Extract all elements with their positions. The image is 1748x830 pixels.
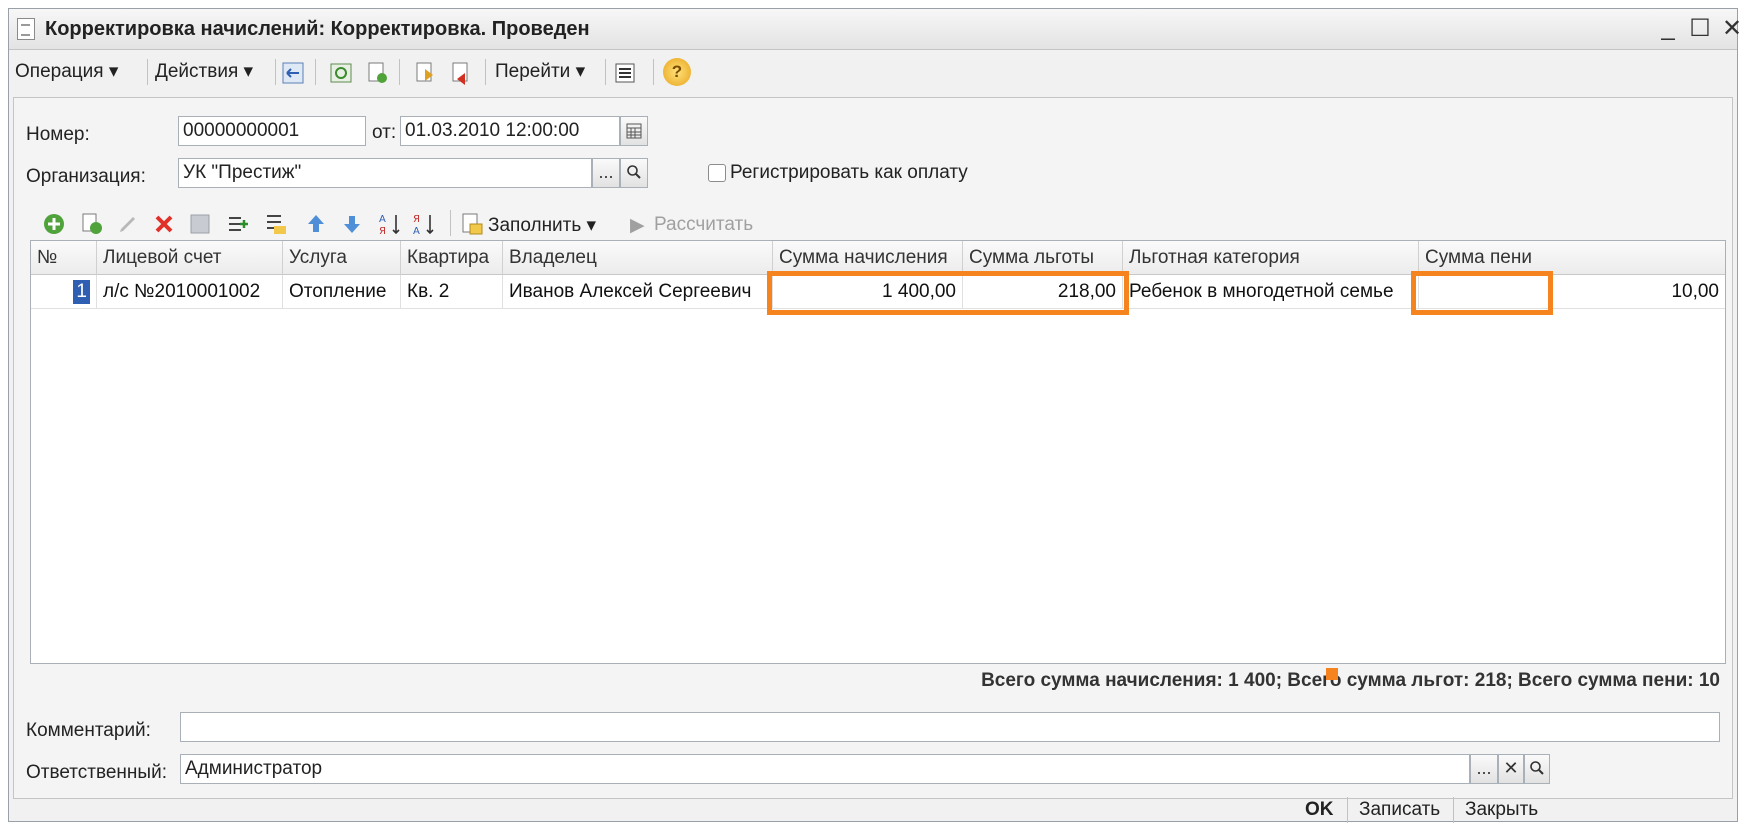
svg-text:Я: Я bbox=[413, 214, 420, 225]
column-header-penalty-amount[interactable]: Сумма пени bbox=[1419, 241, 1725, 275]
play-icon: ▶ bbox=[630, 215, 645, 236]
fill-button[interactable]: Заполнить ▾ bbox=[488, 214, 596, 237]
totals-summary: Всего сумма начисления: 1 400; Всего сум… bbox=[981, 670, 1720, 691]
comment-field[interactable] bbox=[180, 712, 1720, 742]
highlight-charge-benefit bbox=[767, 271, 1129, 315]
row-number-cell: 1 bbox=[73, 280, 90, 304]
benefit-category-cell[interactable]: Ребенок в многодетной семье bbox=[1123, 275, 1419, 309]
column-header-charge-amount[interactable]: Сумма начисления bbox=[773, 241, 963, 275]
end-edit-icon[interactable] bbox=[188, 212, 212, 236]
column-header-account[interactable]: Лицевой счет bbox=[97, 241, 283, 275]
operation-menu[interactable]: Операция ▾ bbox=[15, 57, 118, 87]
go-back-icon[interactable] bbox=[281, 61, 305, 85]
column-header-apartment[interactable]: Квартира bbox=[401, 241, 503, 275]
copy-row-icon[interactable] bbox=[80, 212, 104, 236]
document-form: Номер: 00000000001 от: 01.03.2010 12:00:… bbox=[13, 97, 1733, 799]
date-label: от: bbox=[372, 122, 397, 143]
svg-text:А: А bbox=[413, 226, 420, 236]
column-header-owner[interactable]: Владелец bbox=[503, 241, 773, 275]
responsible-select-button[interactable]: ... bbox=[1470, 754, 1498, 784]
structure-icon[interactable] bbox=[613, 61, 637, 85]
calendar-button[interactable] bbox=[620, 116, 648, 146]
fill-icon bbox=[462, 213, 483, 235]
document-window: Корректировка начислений: Корректировка.… bbox=[8, 8, 1742, 823]
svg-text:А: А bbox=[379, 214, 386, 225]
register-as-payment-label: Регистрировать как оплату bbox=[730, 162, 968, 183]
calendar-icon bbox=[626, 123, 642, 139]
organization-search-button[interactable] bbox=[620, 158, 648, 188]
column-header-service[interactable]: Услуга bbox=[283, 241, 401, 275]
actions-menu[interactable]: Действия ▾ bbox=[155, 57, 253, 87]
copy-document-icon[interactable] bbox=[365, 61, 389, 85]
responsible-label: Ответственный: bbox=[26, 762, 167, 783]
organization-label: Организация: bbox=[26, 166, 146, 187]
move-down-icon[interactable] bbox=[340, 212, 364, 236]
service-cell[interactable]: Отопление bbox=[283, 275, 401, 309]
maximize-button[interactable]: ☐ bbox=[1685, 14, 1715, 43]
move-up-icon[interactable] bbox=[304, 212, 328, 236]
goto-menu[interactable]: Перейти ▾ bbox=[495, 57, 585, 87]
search-icon bbox=[627, 165, 641, 179]
minimize-button[interactable]: _ bbox=[1653, 14, 1683, 42]
highlight-penalty bbox=[1411, 271, 1553, 315]
table-row[interactable]: 1 bbox=[31, 275, 97, 309]
add-row-icon[interactable] bbox=[42, 212, 66, 236]
ok-button[interactable]: OK bbox=[1305, 795, 1334, 825]
register-as-payment-checkbox[interactable] bbox=[708, 164, 726, 182]
close-button[interactable]: Закрыть bbox=[1465, 795, 1538, 825]
organization-field[interactable]: УК "Престиж" bbox=[178, 158, 592, 188]
column-header-benefit-amount[interactable]: Сумма льготы bbox=[963, 241, 1123, 275]
sort-desc-icon[interactable]: ЯА bbox=[412, 212, 436, 236]
calculate-button[interactable]: Рассчитать bbox=[654, 214, 753, 236]
column-header-benefit-category[interactable]: Льготная категория bbox=[1123, 241, 1419, 275]
close-window-button[interactable]: ✕ bbox=[1717, 14, 1747, 43]
refresh-icon[interactable] bbox=[329, 61, 353, 85]
comment-label: Комментарий: bbox=[26, 720, 151, 741]
owner-cell[interactable]: Иванов Алексей Сергеевич bbox=[503, 275, 773, 309]
edit-row-icon[interactable] bbox=[116, 212, 140, 236]
bottom-button-bar: OK Записать Закрыть bbox=[9, 797, 1737, 823]
unpost-document-icon[interactable] bbox=[449, 61, 473, 85]
delete-row-icon[interactable] bbox=[152, 212, 176, 236]
title-bar: Корректировка начислений: Корректировка.… bbox=[9, 9, 1742, 50]
apartment-cell[interactable]: Кв. 2 bbox=[401, 275, 503, 309]
search-icon bbox=[1530, 761, 1544, 775]
account-cell[interactable]: л/с №2010001002 bbox=[97, 275, 283, 309]
post-document-icon[interactable] bbox=[413, 61, 437, 85]
insert-row-icon[interactable] bbox=[226, 212, 250, 236]
organization-select-button[interactable]: ... bbox=[592, 158, 620, 188]
save-button[interactable]: Записать bbox=[1359, 795, 1440, 825]
main-toolbar: Операция ▾ Действия ▾ Перейти ▾ ? bbox=[9, 53, 1737, 93]
clear-icon[interactable]: ✕ bbox=[1498, 754, 1524, 784]
window-title: Корректировка начислений: Корректировка.… bbox=[45, 18, 590, 40]
number-label: Номер: bbox=[26, 124, 90, 145]
append-row-icon[interactable] bbox=[264, 212, 288, 236]
highlight-marker bbox=[1326, 668, 1338, 680]
responsible-search-button[interactable] bbox=[1524, 754, 1550, 784]
document-icon bbox=[17, 18, 35, 40]
help-icon[interactable]: ? bbox=[663, 58, 691, 86]
responsible-field[interactable]: Администратор bbox=[180, 754, 1470, 784]
number-field[interactable]: 00000000001 bbox=[178, 116, 366, 146]
date-field[interactable]: 01.03.2010 12:00:00 bbox=[400, 116, 620, 146]
svg-text:Я: Я bbox=[379, 226, 386, 236]
charges-table: № Лицевой счет Услуга Квартира Владелец … bbox=[30, 240, 1726, 664]
sort-asc-icon[interactable]: АЯ bbox=[378, 212, 402, 236]
column-header-number[interactable]: № bbox=[31, 241, 97, 275]
